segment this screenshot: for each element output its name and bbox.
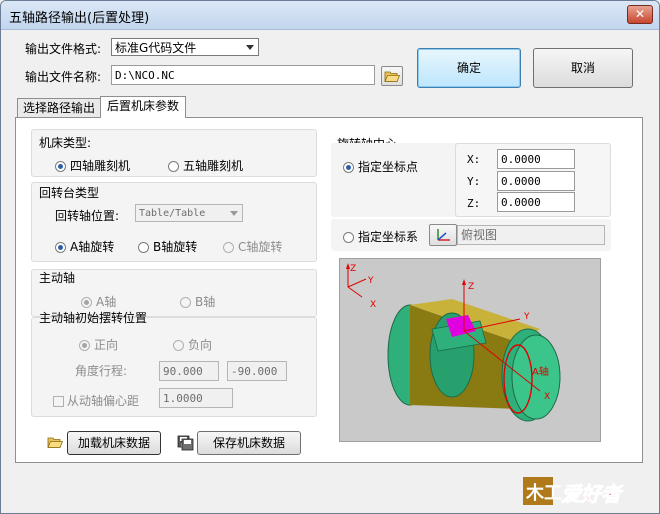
radio-specify-system[interactable]: 指定坐标系 <box>343 228 418 245</box>
open-folder-icon <box>47 437 64 448</box>
browse-folder-button[interactable] <box>381 66 403 86</box>
radio-dot <box>138 242 149 253</box>
z-input[interactable]: 0.0000 <box>497 192 575 212</box>
axis-position-label: 回转轴位置: <box>55 209 120 223</box>
axis-position-value: Table/Table <box>139 208 206 219</box>
angle-range-label: 角度行程: <box>75 364 128 378</box>
workpiece-model: Z Y X A轴 <box>387 279 561 422</box>
radio-dot-selected <box>55 161 66 172</box>
save-machine-data-button[interactable]: 保存机床数据 <box>197 431 301 455</box>
radio-dot <box>173 340 184 351</box>
output-format-label: 输出文件格式: <box>25 42 102 56</box>
title-bar: 五轴路径输出(后置处理) ✕ <box>1 1 659 30</box>
part-axis-x-label: X <box>544 392 550 402</box>
axis-position-select[interactable]: Table/Table <box>135 204 243 222</box>
machine-preview-canvas: Z Y X Z Y X A轴 <box>346 263 561 422</box>
radio-master-a[interactable]: A轴 <box>81 293 116 310</box>
output-format-select[interactable]: 标准G代码文件 <box>111 38 259 56</box>
rotary-table-title: 回转台类型 <box>39 186 100 200</box>
radio-b-axis-rotation[interactable]: B轴旋转 <box>138 238 197 255</box>
radio-four-axis[interactable]: 四轴雕刻机 <box>55 157 130 174</box>
x-label: X: <box>467 153 481 166</box>
watermark-logo: 木工 爱好者 <box>521 471 643 509</box>
coord-system-input[interactable]: 俯视图 <box>457 225 605 245</box>
radio-label: 指定坐标系 <box>358 230 419 244</box>
radio-label: 指定坐标点 <box>358 160 419 174</box>
load-folder-icon-wrap <box>45 433 67 453</box>
angle-min-input[interactable]: 90.000 <box>159 361 219 381</box>
coordinate-axes-icon <box>437 229 450 241</box>
radio-specify-point[interactable]: 指定坐标点 <box>343 158 418 175</box>
output-format-value: 标准G代码文件 <box>115 41 197 55</box>
a-axis-label: A轴 <box>532 365 549 378</box>
chevron-down-icon <box>246 45 254 50</box>
open-folder-icon <box>384 71 401 82</box>
machine-type-title: 机床类型: <box>39 136 92 150</box>
radio-negative[interactable]: 负向 <box>173 336 212 353</box>
y-input[interactable]: 0.0000 <box>497 171 575 191</box>
part-axis-y-label: Y <box>523 312 530 322</box>
radio-positive[interactable]: 正向 <box>79 336 118 353</box>
close-button[interactable]: ✕ <box>627 5 653 24</box>
radio-dot <box>168 161 179 172</box>
ok-button[interactable]: 确定 <box>417 48 521 88</box>
chevron-down-icon <box>230 211 238 216</box>
initial-rotation-title: 主动轴初始摆转位置 <box>39 311 148 325</box>
dialog-window: 五轴路径输出(后置处理) ✕ 输出文件格式: 标准G代码文件 输出文件名称: D… <box>0 0 660 514</box>
checkbox-box <box>53 396 64 407</box>
view-axis-z-label: Z <box>350 264 356 274</box>
radio-a-axis-rotation[interactable]: A轴旋转 <box>55 238 114 255</box>
window-title: 五轴路径输出(后置处理) <box>9 11 150 26</box>
radio-dot-selected <box>55 242 66 253</box>
x-input[interactable]: 0.0000 <box>497 149 575 169</box>
radio-label: B轴 <box>195 295 216 309</box>
watermark-logo-art: 木工 爱好者 <box>523 477 624 506</box>
save-disk-icon <box>177 435 194 451</box>
view-axes-icon: Z Y X <box>346 263 376 310</box>
radio-label: 四轴雕刻机 <box>70 159 131 173</box>
radio-dot <box>223 242 234 253</box>
radio-label: A轴旋转 <box>70 240 115 254</box>
radio-five-axis[interactable]: 五轴雕刻机 <box>168 157 243 174</box>
save-icon-wrap <box>175 433 197 453</box>
radio-label: C轴旋转 <box>238 240 283 254</box>
coord-system-pick-button[interactable] <box>429 224 457 246</box>
radio-label: 五轴雕刻机 <box>183 159 244 173</box>
load-machine-data-button[interactable]: 加载机床数据 <box>67 431 161 455</box>
y-label: Y: <box>467 175 481 188</box>
svg-text:木工: 木工 <box>525 482 562 504</box>
radio-label: B轴旋转 <box>153 240 198 254</box>
radio-dot-selected <box>79 340 90 351</box>
z-label: Z: <box>467 197 481 210</box>
radio-label: A轴 <box>96 295 117 309</box>
machine-preview: Z Y X Z Y X A轴 <box>339 258 601 442</box>
master-axis-title: 主动轴 <box>39 271 76 285</box>
radio-dot <box>343 232 354 243</box>
radio-dot-selected <box>343 162 354 173</box>
tab-machine-params[interactable]: 后置机床参数 <box>100 96 186 118</box>
offset-checkbox[interactable]: 从动轴偏心距 <box>53 392 139 409</box>
cancel-button[interactable]: 取消 <box>533 48 633 88</box>
view-axis-x-label: X <box>370 300 376 310</box>
output-name-input[interactable]: D:\NCO.NC <box>111 65 375 85</box>
watermark-text: 爱好者 <box>561 482 624 506</box>
offset-input[interactable]: 1.0000 <box>159 388 233 408</box>
radio-master-b[interactable]: B轴 <box>180 293 215 310</box>
radio-label: 正向 <box>94 338 119 352</box>
part-axis-z-label: Z <box>468 282 474 292</box>
view-axis-y-label: Y <box>367 276 374 286</box>
tab-path-output[interactable]: 选择路径输出 <box>17 98 101 118</box>
radio-c-axis-rotation[interactable]: C轴旋转 <box>223 238 282 255</box>
radio-dot-selected <box>81 297 92 308</box>
radio-label: 负向 <box>188 338 213 352</box>
radio-dot <box>180 297 191 308</box>
output-name-label: 输出文件名称: <box>25 70 102 84</box>
angle-max-input[interactable]: -90.000 <box>227 361 287 381</box>
checkbox-label: 从动轴偏心距 <box>67 394 140 408</box>
